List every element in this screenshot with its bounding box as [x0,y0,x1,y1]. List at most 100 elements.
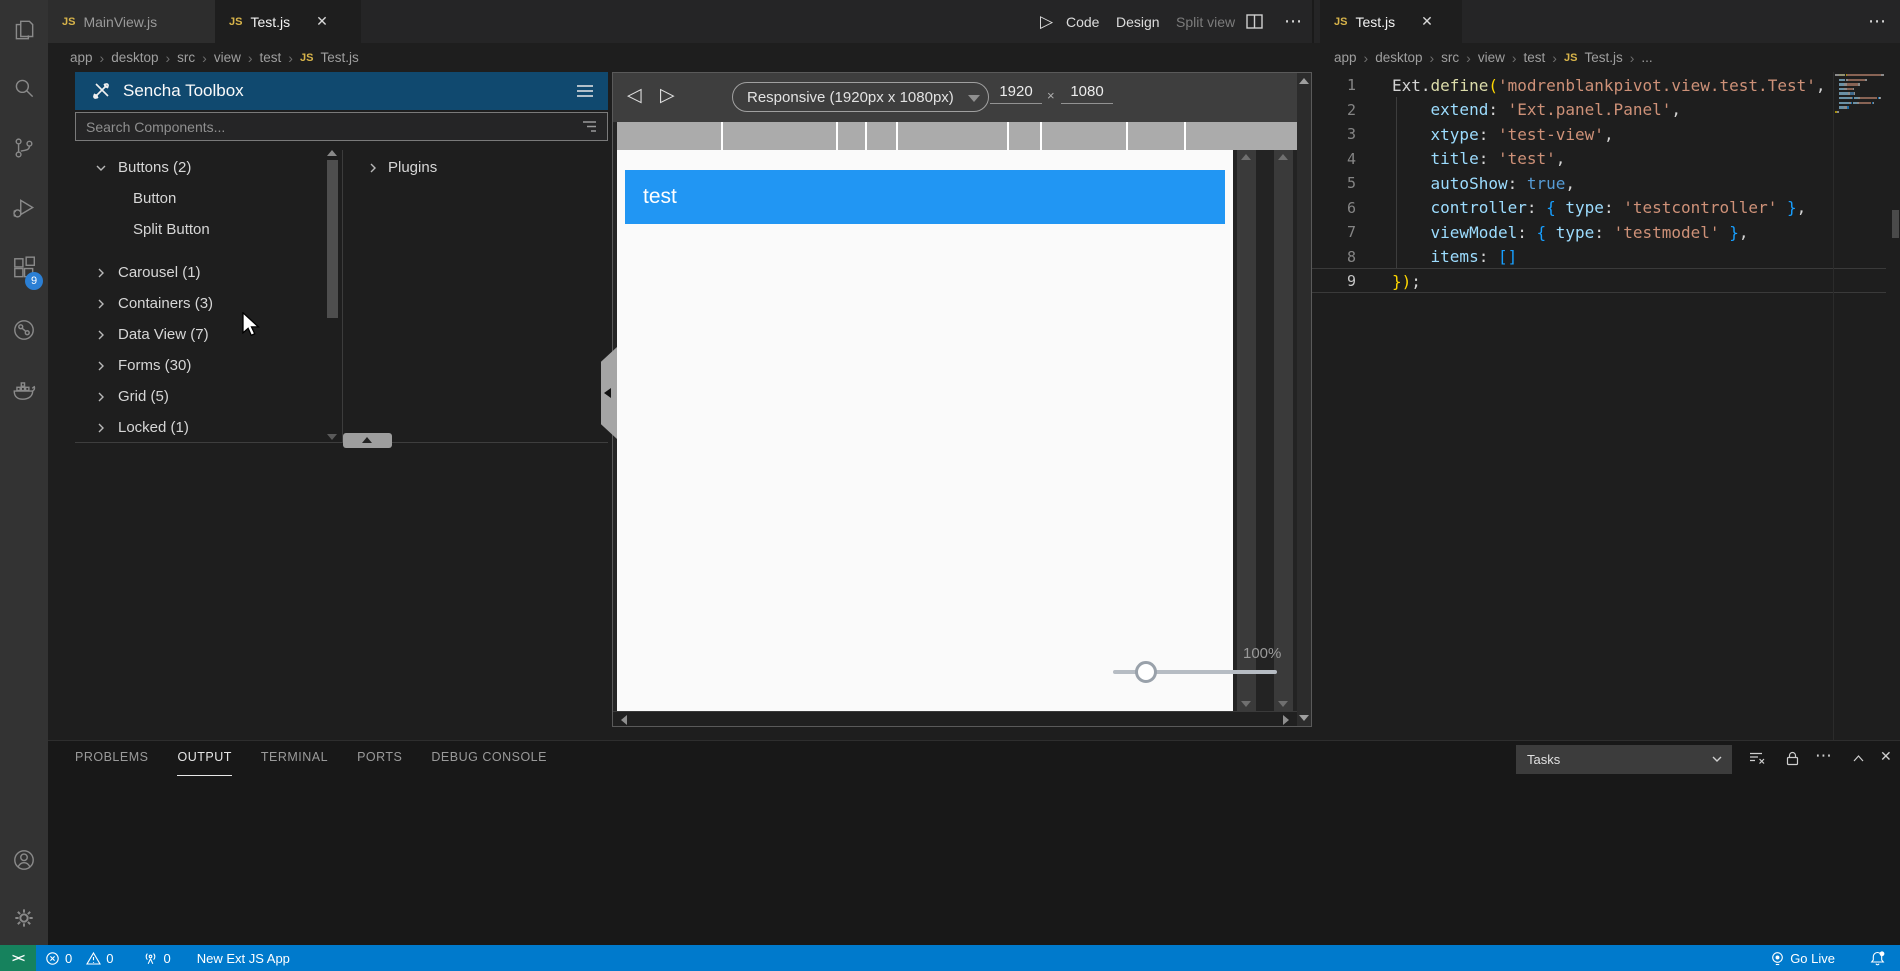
code-line[interactable]: 8 items: [] [1312,245,1900,270]
code-line[interactable]: 4 title: 'test', [1312,147,1900,172]
panel-header-preview[interactable]: test [625,170,1225,224]
scroll-right-icon[interactable] [1283,715,1289,725]
tree-group-plugins[interactable]: Plugins [343,152,603,183]
device-preset-block[interactable] [867,122,896,150]
breadcrumb-item[interactable]: src [1441,50,1459,65]
breadcrumb-item[interactable]: Test.js [1584,50,1622,65]
panel-tab-terminal[interactable]: TERMINAL [261,741,328,776]
tree-group-row[interactable]: Forms (30) [75,350,325,381]
code-editor[interactable]: 1Ext.define('modrenblankpivot.view.test.… [1312,72,1900,740]
tree-item-row[interactable]: Split Button [75,214,325,245]
more-actions-icon[interactable]: ⋯ [1815,746,1832,766]
panel-tab-debug-console[interactable]: DEBUG CONSOLE [431,741,547,776]
forward-icon[interactable]: ▷ [660,84,675,106]
device-preset-block[interactable] [1009,122,1040,150]
device-preset-block[interactable] [1186,122,1297,150]
breadcrumb-item[interactable]: desktop [111,50,158,65]
app-name-status[interactable]: New Ext JS App [197,951,290,966]
code-line[interactable]: 2 extend: 'Ext.panel.Panel', [1312,98,1900,123]
panel-tab-problems[interactable]: PROBLEMS [75,741,148,776]
close-panel-icon[interactable]: ✕ [1880,749,1892,765]
remote-indicator[interactable]: >< [0,945,36,971]
tree-scrollbar[interactable] [326,150,339,442]
device-preset-block[interactable] [898,122,1006,150]
outer-vertical-scrollbar[interactable] [1297,73,1311,726]
menu-icon[interactable] [576,84,594,98]
go-live-button[interactable]: Go Live [1770,951,1835,966]
close-icon[interactable]: ✕ [316,14,328,30]
scroll-up-icon[interactable] [327,150,337,156]
split-view-button[interactable]: Split view [1176,0,1235,43]
notifications-bell-icon[interactable] [1869,950,1886,967]
tree-group-row[interactable]: Buttons (2) [75,152,325,183]
run-file-icon[interactable]: ▷ [1040,0,1053,43]
breadcrumb-item[interactable]: test [1524,50,1546,65]
minimap[interactable] [1835,74,1890,120]
settings-gear-icon[interactable] [11,905,37,931]
breadcrumb-item[interactable]: app [1334,50,1357,65]
design-view-button[interactable]: Design [1116,0,1160,43]
back-icon[interactable]: ◁ [627,84,642,106]
breadcrumb-item[interactable]: ... [1641,50,1652,65]
breadcrumb-item[interactable]: Test.js [320,50,358,65]
output-channel-dropdown[interactable]: Tasks [1516,745,1732,774]
device-preset-block[interactable] [1042,122,1126,150]
scroll-up-icon[interactable] [1278,154,1288,160]
filter-icon[interactable] [581,120,597,133]
tree-item-row[interactable]: Button [75,183,325,214]
width-input[interactable] [990,83,1042,104]
tree-group-row[interactable]: Containers (3) [75,288,325,319]
device-preset-block[interactable] [617,122,721,150]
problems-status[interactable]: 0 0 [45,951,113,966]
scroll-up-icon[interactable] [1241,154,1251,160]
code-line[interactable]: 3 xtype: 'test-view', [1312,122,1900,147]
height-input[interactable] [1061,83,1113,104]
breadcrumb-item[interactable]: view [1478,50,1505,65]
more-actions-icon[interactable]: ⋯ [1868,0,1886,43]
docker-icon[interactable] [11,377,37,403]
zoom-slider-knob[interactable] [1135,661,1157,683]
breadcrumb-item[interactable]: view [214,50,241,65]
more-actions-icon[interactable]: ⋯ [1284,0,1302,43]
code-line[interactable]: 1Ext.define('modrenblankpivot.view.test.… [1312,73,1900,98]
clear-output-icon[interactable] [1749,750,1767,768]
tree-group-row[interactable]: Locked (1) [75,412,325,442]
vertical-scrollbar[interactable] [1237,150,1256,711]
scroll-top-handle[interactable] [343,433,392,448]
scroll-down-icon[interactable] [327,434,337,440]
search-icon[interactable] [11,75,37,101]
scrollbar-thumb[interactable] [327,160,338,318]
source-control-icon[interactable] [11,135,37,161]
scroll-up-icon[interactable] [1299,78,1309,84]
ports-status[interactable]: 0 [143,951,170,966]
device-preset-block[interactable] [723,122,835,150]
lock-icon[interactable] [1784,750,1802,768]
run-debug-icon[interactable] [11,195,37,221]
scroll-down-icon[interactable] [1299,715,1309,721]
close-icon[interactable]: ✕ [1421,14,1433,30]
tab-test-js-right[interactable]: JS Test.js ✕ [1320,0,1462,43]
breadcrumb-item[interactable]: test [260,50,282,65]
device-preset-dropdown[interactable]: Responsive (1920px x 1080px) [732,82,989,112]
code-line[interactable]: 5 autoShow: true, [1312,171,1900,196]
search-input[interactable] [76,119,581,135]
code-line[interactable]: 7 viewModel: { type: 'testmodel' }, [1312,220,1900,245]
horizontal-scrollbar[interactable] [613,711,1297,726]
tree-group-row[interactable]: Carousel (1) [75,257,325,288]
tree-group-row[interactable]: Grid (5) [75,381,325,412]
accounts-icon[interactable] [11,847,37,873]
panel-tab-ports[interactable]: PORTS [357,741,402,776]
maximize-panel-icon[interactable] [1850,750,1868,768]
editor-scrollbar-thumb[interactable] [1892,210,1899,238]
explorer-icon[interactable] [11,17,37,43]
tree-group-row[interactable]: Data View (7) [75,319,325,350]
breadcrumb-item[interactable]: desktop [1375,50,1422,65]
vertical-scrollbar[interactable] [1274,150,1293,711]
breadcrumb-item[interactable]: app [70,50,93,65]
scroll-down-icon[interactable] [1241,701,1251,707]
device-preset-block[interactable] [838,122,865,150]
breadcrumb-item[interactable]: src [177,50,195,65]
split-editor-icon[interactable] [1246,0,1263,43]
code-line[interactable]: 6 controller: { type: 'testcontroller' }… [1312,196,1900,221]
remote-explorer-icon[interactable] [11,317,37,343]
